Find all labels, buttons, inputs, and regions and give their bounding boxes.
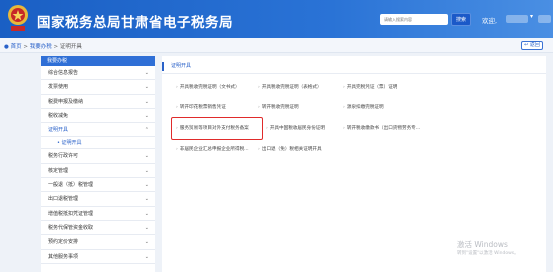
link-transfer-tax-cert[interactable]: › 转开税收完税证明 <box>258 105 299 111</box>
sidebar-item-other[interactable]: 其他服务事项 ⌄ <box>41 250 155 264</box>
sidebar-item-label: 税务代保管资金收取 <box>48 224 94 231</box>
link-label: 非居民企业汇总申报企业所得税... <box>179 147 249 152</box>
back-button-label: 返回 <box>529 42 540 48</box>
sidebar-heading: 我要办税 <box>41 56 155 66</box>
sidebar-item-label: 一般退（抵）税管理 <box>48 182 94 189</box>
chevron-down-icon: ⌄ <box>144 84 149 91</box>
sidebar-item-vat-voucher[interactable]: 增值税抵扣凭证管理 ⌄ <box>41 207 155 221</box>
breadcrumb-home[interactable]: 首页 <box>11 44 22 50</box>
chevron-down-icon: ⌄ <box>144 239 149 246</box>
back-button[interactable]: ↩ 返回 <box>521 41 543 50</box>
chevron-down-icon: ⌄ <box>144 153 149 160</box>
welcome-text: 欢迎, <box>482 17 498 25</box>
link-label: 开具税收完税证明（表格式） <box>261 85 322 90</box>
chevron-down-icon: ⌄ <box>144 112 149 119</box>
sidebar-subitem-certificate[interactable]: • 证明开具 <box>41 137 155 150</box>
arrow-right-icon: › <box>258 105 260 110</box>
sidebar-item-invoice[interactable]: 发票使用 ⌄ <box>41 80 155 95</box>
link-label: 源泉扣缴完税证明 <box>346 105 384 110</box>
sidebar-item-pricing[interactable]: 预约定价安排 ⌄ <box>41 235 155 250</box>
link-tax-cert-document[interactable]: › 开具税收完税证明（文书式） <box>176 85 240 91</box>
sidebar-item-tax-relief[interactable]: 税收减免 ⌄ <box>41 109 155 124</box>
breadcrumb-current: 证明开具 <box>59 44 82 50</box>
sidebar-item-certificate[interactable]: 证明开具 ⌃ <box>41 123 155 138</box>
link-withholding-cert[interactable]: › 源泉扣缴完税证明 <box>343 105 384 111</box>
sidebar: 我要办税 综合信息报告 ⌄ 发票使用 ⌄ 税费申报及缴纳 ⌄ 税收减免 ⌄ 证明开具 ⌃ … <box>41 56 155 272</box>
sidebar-item-declaration[interactable]: 税费申报及缴纳 ⌄ <box>41 95 155 109</box>
chevron-down-icon[interactable]: ▾ <box>530 13 533 20</box>
arrow-right-icon: › <box>176 147 178 152</box>
sidebar-item-label: 税费申报及缴纳 <box>48 98 84 105</box>
arrow-right-icon: › <box>176 105 178 110</box>
breadcrumb-level2[interactable]: 我要办税 <box>30 44 52 50</box>
search-button[interactable]: 搜索 <box>451 13 471 26</box>
link-tax-voucher-cert[interactable]: › 开具完税凭证（票）证明 <box>343 85 397 91</box>
back-arrow-icon: ↩ <box>524 42 529 48</box>
breadcrumb: ● 首页 > 我要办税 > 证明开具 <box>4 42 82 50</box>
link-export-refund-cert[interactable]: › 出口退（免）税相关证明开具 <box>258 147 322 153</box>
link-label: 转开税收完税证明 <box>261 105 299 110</box>
chevron-down-icon: ⌄ <box>144 210 149 217</box>
arrow-right-icon: › <box>258 147 260 152</box>
tax-emblem-icon <box>8 5 28 31</box>
sidebar-item-label: 证明开具 <box>61 140 82 147</box>
top-header: 国家税务总局甘肃省电子税务局 搜索 欢迎, ▾ <box>0 0 553 38</box>
windows-activation-hint: 转到"设置"以激活 Windows。 <box>457 251 519 256</box>
chevron-up-icon: ⌃ <box>144 127 149 134</box>
link-transfer-payment-book[interactable]: › 转开税收缴款书（出口货物劳务专... <box>343 126 420 132</box>
link-label: 开具中国税收居民身份证明 <box>269 126 325 131</box>
link-label: 开具税收完税证明（文书式） <box>179 85 240 90</box>
chevron-down-icon: ⌄ <box>144 253 149 260</box>
site-title: 国家税务总局甘肃省电子税务局 <box>37 15 233 31</box>
link-label: 开具完税凭证（票）证明 <box>346 85 398 90</box>
link-tax-resident-cert[interactable]: › 开具中国税收居民身份证明 <box>266 126 325 132</box>
sidebar-item-label: 增值税抵扣凭证管理 <box>48 210 94 217</box>
location-pin-icon: ● <box>4 44 9 50</box>
breadcrumb-separator: > <box>53 44 59 50</box>
sidebar-item-label: 税收减免 <box>48 112 69 119</box>
sidebar-item-license[interactable]: 税务行政许可 ⌄ <box>41 149 155 164</box>
arrow-right-icon: › <box>176 85 178 90</box>
sidebar-item-custody-funds[interactable]: 税务代保管资金收取 ⌄ <box>41 221 155 236</box>
arrow-right-icon: › <box>266 126 268 131</box>
link-stamp-sales-voucher[interactable]: › 转开印花税票销售凭证 <box>176 105 226 111</box>
sidebar-item-label: 出口退税管理 <box>48 196 79 203</box>
divider <box>162 73 546 74</box>
sidebar-item-label: 税务行政许可 <box>48 153 79 160</box>
sidebar-item-assessment[interactable]: 核定管理 ⌄ <box>41 164 155 179</box>
chevron-down-icon: ⌄ <box>144 98 149 105</box>
windows-activation-watermark: 激活 Windows <box>457 240 508 249</box>
chevron-down-icon: ⌄ <box>144 196 149 203</box>
link-nonresident-summary[interactable]: › 非居民企业汇总申报企业所得税... <box>176 147 249 153</box>
breadcrumb-separator: > <box>23 44 28 50</box>
link-label: 转开税收缴款书（出口货物劳务专... <box>346 126 421 131</box>
arrow-right-icon: › <box>258 85 260 90</box>
chevron-down-icon: ⌄ <box>144 70 149 76</box>
sidebar-item-label: 综合信息报告 <box>48 70 79 76</box>
sidebar-item-label: 证明开具 <box>48 127 69 134</box>
arrow-right-icon: › <box>343 126 345 131</box>
sidebar-item-label: 发票使用 <box>48 84 69 91</box>
chevron-down-icon: ⌄ <box>144 182 149 189</box>
highlight-annotation <box>171 117 263 140</box>
sidebar-item-label: 其他服务事项 <box>48 253 79 260</box>
user-name-redacted[interactable] <box>506 15 528 23</box>
sidebar-item-label: 核定管理 <box>48 167 69 174</box>
sidebar-item-export-refund[interactable]: 出口退税管理 ⌄ <box>41 192 155 207</box>
arrow-right-icon: › <box>343 85 345 90</box>
sidebar-item-label: 预约定价安排 <box>48 239 79 246</box>
chevron-down-icon: ⌄ <box>144 167 149 174</box>
link-tax-cert-table[interactable]: › 开具税收完税证明（表格式） <box>258 85 322 91</box>
section-title: 证明开具 <box>162 62 191 71</box>
breadcrumb-bar: ● 首页 > 我要办税 > 证明开具 <box>0 38 553 53</box>
user-menu-redacted[interactable] <box>538 15 551 23</box>
link-label: 转开印花税票销售凭证 <box>179 105 226 110</box>
sidebar-item-info-report[interactable]: 综合信息报告 ⌄ <box>41 66 155 81</box>
chevron-down-icon: ⌄ <box>144 224 149 231</box>
search-input[interactable] <box>380 14 448 25</box>
arrow-right-icon: › <box>343 105 345 110</box>
sidebar-item-refund[interactable]: 一般退（抵）税管理 ⌄ <box>41 178 155 193</box>
link-label: 出口退（免）税相关证明开具 <box>261 147 322 152</box>
